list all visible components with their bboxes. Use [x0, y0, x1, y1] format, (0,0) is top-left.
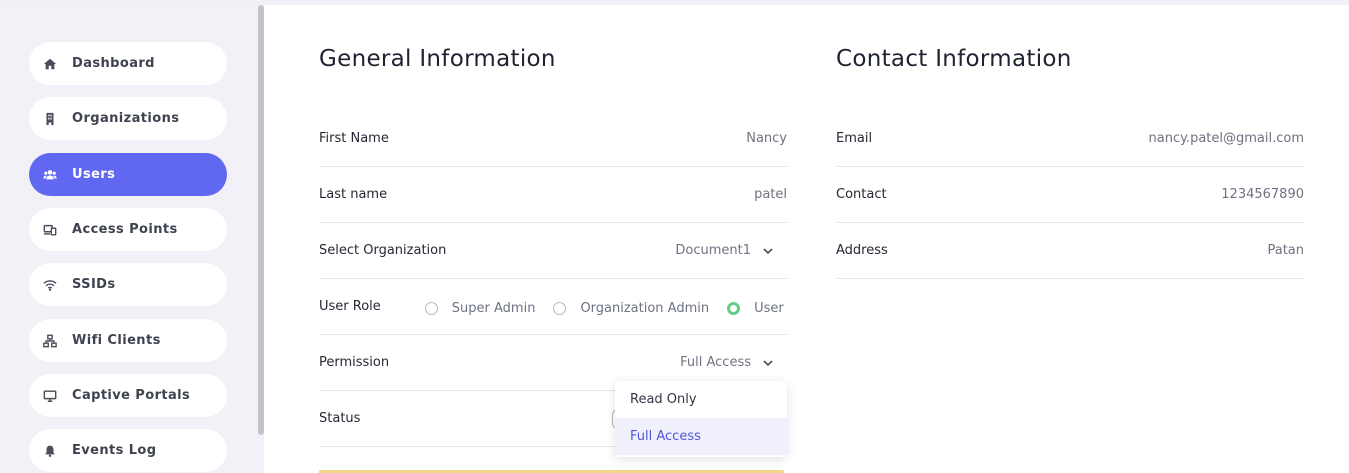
last-name-row: Last name patel — [319, 167, 787, 223]
address-row: Address Patan — [836, 223, 1304, 279]
organization-label: Select Organization — [319, 243, 447, 258]
permission-label: Permission — [319, 355, 390, 370]
building-icon — [42, 111, 58, 127]
sidebar-item-label: Events Log — [72, 443, 157, 458]
sidebar-item-captive-portals[interactable]: Captive Portals — [29, 374, 227, 417]
organization-select[interactable]: Document1 — [675, 243, 775, 258]
first-name-value: Nancy — [746, 131, 787, 146]
last-name-value: patel — [754, 187, 787, 202]
sidebar-item-users[interactable]: Users — [29, 153, 227, 196]
permission-dropdown-menu: Read Only Full Access — [615, 381, 787, 457]
email-row: Email nancy.patel@gmail.com — [836, 111, 1304, 167]
sidebar-item-label: Access Points — [72, 222, 178, 237]
sidebar-item-label: Wifi Clients — [72, 333, 161, 348]
status-label: Status — [319, 411, 361, 426]
last-name-label: Last name — [319, 187, 388, 202]
radio-button[interactable] — [553, 302, 567, 315]
radio-button[interactable] — [424, 302, 438, 315]
contact-info-title: Contact Information — [836, 46, 1072, 72]
sidebar-item-ssids[interactable]: SSIDs — [29, 263, 227, 306]
user-role-radio-group: Super Admin Organization Admin User — [424, 301, 784, 316]
sidebar-item-events-log[interactable]: Events Log — [29, 429, 227, 472]
sidebar-item-label: Organizations — [72, 111, 180, 126]
sidebar-item-label: Dashboard — [72, 56, 155, 71]
wifi-icon — [42, 277, 58, 293]
devices-icon — [42, 222, 58, 238]
radio-label: User — [754, 301, 784, 316]
users-icon — [42, 167, 58, 183]
sidebar-item-label: Users — [72, 167, 116, 182]
bell-icon — [42, 443, 58, 459]
chevron-down-icon — [761, 356, 775, 370]
permission-option-full-access[interactable]: Full Access — [615, 418, 787, 455]
address-label: Address — [836, 243, 888, 258]
permission-select[interactable]: Full Access — [680, 355, 775, 370]
radio-label: Super Admin — [451, 301, 536, 316]
sidebar-item-label: Captive Portals — [72, 388, 191, 403]
user-role-row: User Role Super Admin Organization Admin… — [319, 279, 787, 335]
sidebar-item-dashboard[interactable]: Dashboard — [29, 42, 227, 85]
role-option-super-admin[interactable]: Super Admin — [424, 301, 536, 316]
monitor-icon — [42, 388, 58, 404]
sidebar-item-access-points[interactable]: Access Points — [29, 208, 227, 251]
network-icon — [42, 333, 58, 349]
user-role-label: User Role — [319, 299, 381, 314]
email-value: nancy.patel@gmail.com — [1148, 131, 1305, 146]
permission-option-read-only[interactable]: Read Only — [615, 381, 787, 418]
general-info-title: General Information — [319, 46, 556, 72]
role-option-organization-admin[interactable]: Organization Admin — [553, 301, 709, 316]
first-name-row: First Name Nancy — [319, 111, 787, 167]
radio-label: Organization Admin — [580, 301, 710, 316]
role-option-user[interactable]: User — [727, 301, 784, 316]
home-icon — [42, 56, 58, 72]
contact-label: Contact — [836, 187, 887, 202]
contact-row: Contact 1234567890 — [836, 167, 1304, 223]
sidebar-item-wifi-clients[interactable]: Wifi Clients — [29, 319, 227, 362]
sidebar-item-organizations[interactable]: Organizations — [29, 97, 227, 140]
organization-row: Select Organization Document1 — [319, 223, 787, 279]
email-label: Email — [836, 131, 873, 146]
radio-button-selected[interactable] — [727, 302, 741, 315]
chevron-down-icon — [761, 244, 775, 258]
permission-select-value: Full Access — [680, 355, 751, 370]
sidebar-item-label: SSIDs — [72, 277, 116, 292]
sidebar-scrollbar[interactable] — [258, 5, 264, 435]
first-name-label: First Name — [319, 131, 389, 146]
contact-value: 1234567890 — [1221, 187, 1304, 202]
organization-select-value: Document1 — [675, 243, 751, 258]
address-value: Patan — [1267, 243, 1304, 258]
